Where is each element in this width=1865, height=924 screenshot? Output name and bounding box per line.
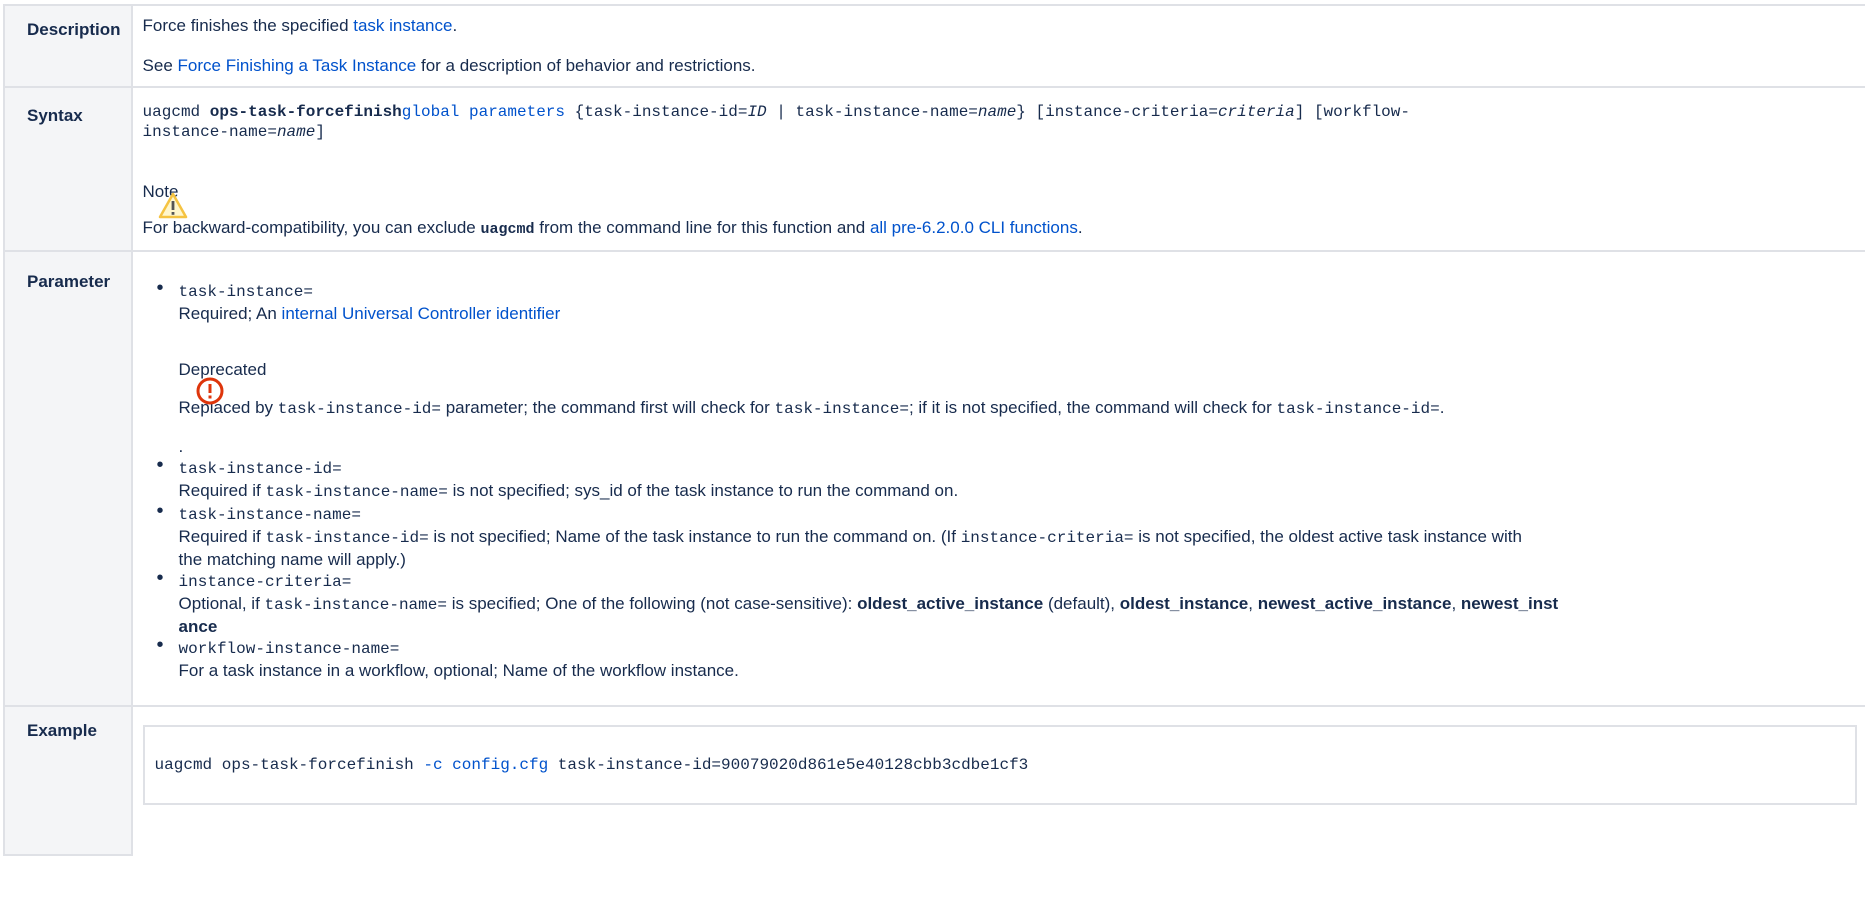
force-finishing-link[interactable]: Force Finishing a Task Instance [178,56,417,75]
task-instance-link[interactable]: task instance [353,16,452,35]
example-code-block: uagcmd ops-task-forcefinish -c config.cf… [142,725,1857,805]
deprecated-macro: Deprecated Replaced by task-instance-id=… [179,360,1857,419]
note-macro: Note For backward-compatibility, you can… [143,182,1857,240]
syntax-command: uagcmd ops-task-forcefinishglobal parame… [142,103,1410,141]
parameter-cell: • task-instance= Required; An internal U… [130,250,1865,707]
parameter-header: Parameter [3,250,133,707]
syntax-row: Syntax uagcmd ops-task-forcefinishglobal… [3,86,1865,252]
deprecated-title: Deprecated [178,360,267,379]
pre-620-cli-functions-link[interactable]: all pre-6.2.0.0 CLI functions [870,218,1078,237]
description-header: Description [3,4,133,88]
description-line-1: Force finishes the specified task instan… [142,16,458,35]
param-task-instance-name: • task-instance-name= Required if task-i… [156,500,1522,570]
example-header: Example [3,705,133,856]
error-icon [196,377,224,405]
syntax-cell: uagcmd ops-task-forcefinishglobal parame… [130,86,1865,252]
warning-icon [158,192,187,219]
function-reference-table: Description Force finishes the specified… [3,4,1865,856]
note-text: For backward-compatibility, you can excl… [142,218,1083,238]
example-row: Example uagcmd ops-task-forcefinish -c c… [3,705,1865,856]
global-parameters-link[interactable]: global parameters [402,103,565,121]
param-task-instance: • task-instance= Required; An internal U… [157,278,1857,457]
internal-identifier-link[interactable]: internal Universal Controller identifier [282,304,561,323]
description-cell: Force finishes the specified task instan… [130,4,1865,88]
param-instance-criteria: • instance-criteria= Optional, if task-i… [156,567,1559,637]
parameter-list: • task-instance= Required; An internal U… [153,278,1857,681]
description-line-2: See Force Finishing a Task Instance for … [142,56,756,75]
config-flag: -c config.cfg [423,756,549,774]
param-workflow-instance-name: • workflow-instance-name= For a task ins… [156,634,739,681]
param-task-instance-id: • task-instance-id= Required if task-ins… [156,454,959,502]
deprecated-text: Replaced by task-instance-id= parameter;… [178,398,1445,418]
note-title: Note [142,182,179,201]
example-cell: uagcmd ops-task-forcefinish -c config.cf… [130,705,1865,855]
syntax-header: Syntax [3,86,133,252]
description-row: Description Force finishes the specified… [3,4,1865,88]
period-text: . [178,437,184,456]
parameter-row: Parameter • task-instance= Required; An … [3,250,1865,707]
